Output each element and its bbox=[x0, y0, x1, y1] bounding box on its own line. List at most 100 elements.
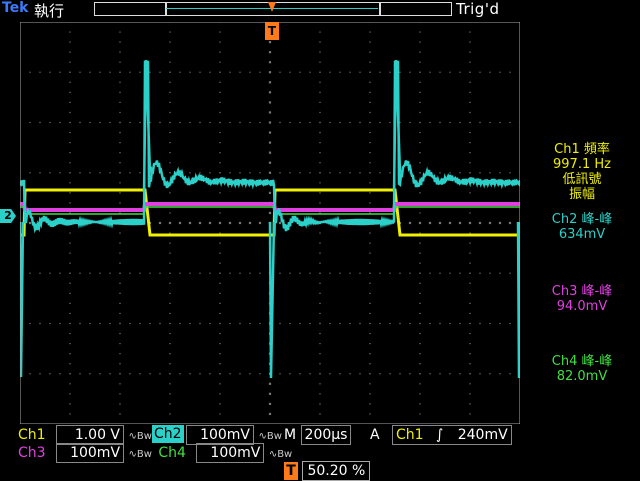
graticule-dot bbox=[208, 221, 212, 225]
graticule-dot bbox=[219, 91, 221, 93]
graticule-dot bbox=[219, 41, 221, 43]
graticule-dot bbox=[69, 202, 71, 204]
graticule-dot bbox=[239, 71, 241, 73]
graticule-dot bbox=[239, 322, 241, 325]
graticule-dot bbox=[59, 373, 61, 375]
graticule-dot bbox=[119, 101, 121, 103]
graticule-dot bbox=[319, 332, 321, 335]
graticule-dot bbox=[209, 322, 211, 325]
ch2-scale[interactable]: 100mV bbox=[186, 425, 254, 445]
ch4-scale[interactable]: 100mV bbox=[196, 443, 265, 463]
graticule-dot bbox=[389, 71, 391, 73]
graticule-dot bbox=[99, 373, 101, 375]
graticule-dot bbox=[268, 171, 272, 174]
graticule-dot bbox=[319, 373, 321, 375]
ch1-label[interactable]: Ch1 bbox=[18, 427, 46, 443]
graticule-dot bbox=[259, 373, 261, 375]
graticule-dot bbox=[69, 152, 71, 154]
graticule-dot bbox=[119, 322, 121, 325]
graticule-dot bbox=[99, 71, 101, 73]
graticule-dot bbox=[149, 373, 151, 375]
graticule-dot bbox=[478, 221, 482, 225]
graticule-dot bbox=[419, 413, 421, 415]
graticule-dot bbox=[119, 31, 121, 33]
graticule-dot bbox=[369, 142, 371, 144]
trigger-position-value[interactable]: 50.20 % bbox=[302, 461, 371, 481]
ch1-scale[interactable]: 1.00 V bbox=[56, 425, 125, 445]
graticule-dot bbox=[449, 71, 451, 73]
graticule-dot bbox=[359, 172, 361, 174]
graticule-dot bbox=[349, 71, 351, 73]
graticule-dot bbox=[319, 152, 321, 154]
graticule-dot bbox=[189, 373, 191, 375]
graticule-dot bbox=[168, 221, 172, 225]
graticule-dot bbox=[399, 373, 401, 375]
graticule-dot bbox=[299, 373, 301, 375]
trigger-marker[interactable]: T bbox=[265, 22, 279, 40]
graticule-dot bbox=[169, 343, 171, 345]
graticule-dot bbox=[268, 402, 272, 405]
graticule-dot bbox=[169, 383, 171, 385]
graticule-dot bbox=[419, 142, 421, 144]
graticule-dot bbox=[279, 172, 281, 174]
graticule-dot bbox=[109, 71, 111, 73]
graticule-dot bbox=[369, 353, 371, 355]
graticule-dot bbox=[119, 121, 121, 124]
graticule-dot bbox=[409, 272, 411, 274]
graticule-dot bbox=[129, 322, 131, 325]
ch2-label[interactable]: Ch2 bbox=[152, 425, 184, 443]
graticule-dot bbox=[49, 272, 51, 274]
ch3-scale[interactable]: 100mV bbox=[56, 443, 125, 463]
graticule-dot bbox=[139, 121, 141, 124]
graticule-dot bbox=[369, 312, 371, 315]
timebase-value[interactable]: 200µs bbox=[300, 425, 352, 445]
graticule-dot bbox=[419, 383, 421, 385]
meas-name: 頻率 bbox=[583, 142, 610, 157]
graticule-dot bbox=[509, 71, 511, 73]
graticule-dot bbox=[369, 252, 371, 254]
ch2-ground-marker[interactable]: 2 bbox=[0, 209, 16, 223]
graticule-dot bbox=[219, 232, 221, 234]
graticule-dot bbox=[229, 71, 231, 73]
graticule-dot bbox=[209, 71, 211, 73]
graticule-dot bbox=[69, 81, 71, 83]
graticule-dot bbox=[39, 373, 41, 375]
graticule-dot bbox=[389, 172, 391, 174]
graticule-dot bbox=[369, 111, 371, 114]
graticule-dot bbox=[169, 282, 171, 284]
graticule-dot bbox=[349, 121, 351, 124]
graticule-dot bbox=[369, 292, 371, 294]
graticule-dot bbox=[249, 272, 251, 274]
graticule-dot bbox=[469, 172, 471, 174]
graticule-dot bbox=[69, 182, 71, 184]
trigger-level: 240mV bbox=[457, 427, 508, 443]
graticule-dot bbox=[299, 272, 301, 274]
graticule-dot bbox=[469, 292, 471, 294]
waveform-display[interactable] bbox=[20, 22, 520, 424]
graticule-dot bbox=[369, 373, 371, 375]
graticule-dot bbox=[49, 322, 51, 325]
graticule-dot bbox=[319, 363, 321, 365]
graticule-dot bbox=[219, 172, 221, 174]
graticule-dot bbox=[369, 131, 371, 134]
graticule-dot bbox=[29, 373, 31, 375]
graticule-dot bbox=[508, 221, 512, 225]
graticule-dot bbox=[219, 383, 221, 385]
graticule-dot bbox=[419, 152, 421, 154]
ch3-label[interactable]: Ch3 bbox=[18, 445, 46, 461]
graticule-dot bbox=[179, 373, 181, 375]
ch4-label[interactable]: Ch4 bbox=[158, 445, 186, 461]
graticule-dot bbox=[469, 403, 471, 405]
trigger-source[interactable]: Ch1 ∫ 240mV bbox=[391, 425, 512, 445]
graticule-dot bbox=[49, 172, 51, 174]
graticule-dot bbox=[499, 121, 501, 124]
graticule-dot bbox=[69, 383, 71, 385]
graticule-dot bbox=[169, 81, 171, 83]
ch3-bw-icon: ∿Bw bbox=[128, 449, 152, 460]
graticule-dot bbox=[419, 282, 421, 284]
graticule-dot bbox=[268, 131, 272, 134]
graticule-dot bbox=[469, 212, 471, 214]
graticule-dot bbox=[69, 242, 71, 244]
graticule-dot bbox=[419, 111, 421, 114]
graticule-dot bbox=[369, 332, 371, 335]
